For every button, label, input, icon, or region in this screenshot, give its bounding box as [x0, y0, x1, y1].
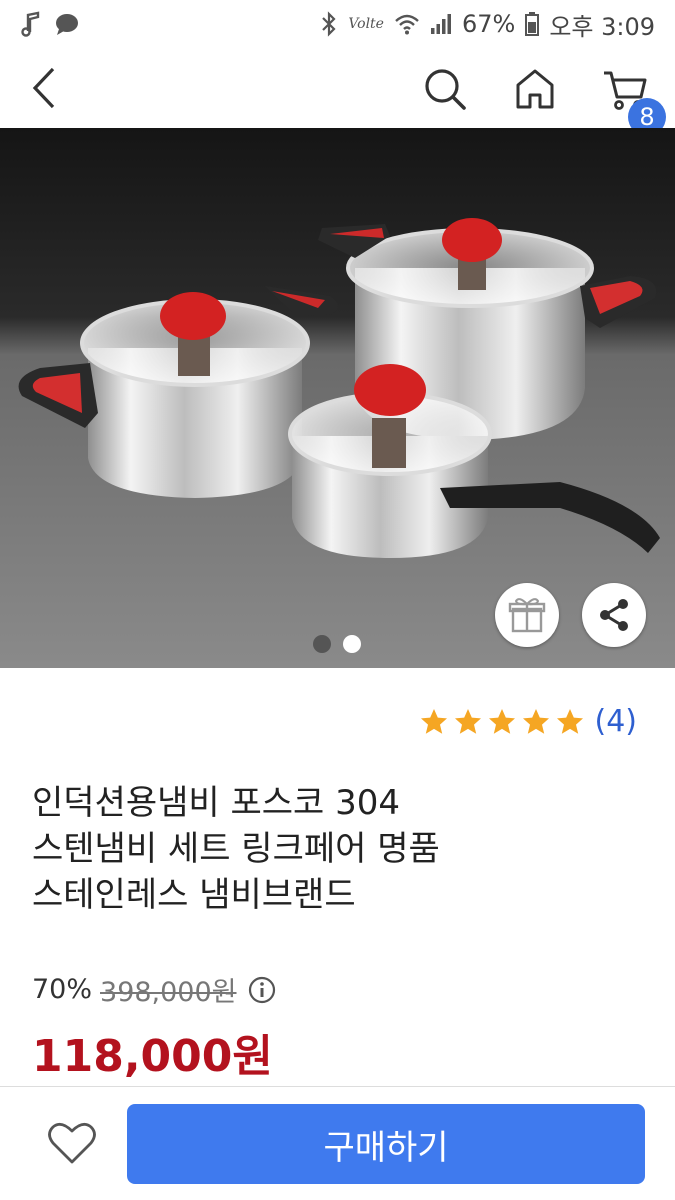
star-icon — [488, 708, 515, 734]
status-left — [20, 11, 80, 37]
clock: 오후 3:09 — [549, 12, 655, 41]
wifi-icon — [394, 13, 420, 35]
price-row: 70% 398,000원 — [32, 970, 277, 1009]
wishlist-button[interactable] — [46, 1117, 98, 1169]
back-icon — [32, 67, 55, 109]
rating-stars — [419, 707, 585, 737]
battery-icon — [525, 12, 540, 36]
star-icon — [556, 708, 583, 734]
product-title-line: 인덕션용냄비 포스코 304 — [32, 783, 401, 823]
review-count[interactable]: (4) — [595, 704, 638, 739]
product-title-line: 스텐냄비 세트 링크페어 명품 — [32, 829, 440, 869]
chat-bubble-icon — [54, 12, 80, 36]
search-icon — [425, 69, 466, 110]
home-button[interactable] — [510, 64, 560, 114]
gift-button[interactable] — [495, 583, 559, 647]
product-title: 인덕션용냄비 포스코 304 스텐냄비 세트 링크페어 명품 스테인레스 냄비브… — [32, 780, 632, 918]
discount-rate: 70% — [32, 974, 93, 1005]
product-image-carousel[interactable] — [0, 128, 675, 668]
buy-button[interactable]: 구매하기 — [127, 1104, 645, 1184]
status-right: Volte 67% 오후 3:09 — [320, 7, 655, 42]
star-icon — [454, 708, 481, 734]
carousel-dot[interactable] — [343, 635, 361, 653]
top-app-bar: 8 — [0, 48, 675, 136]
share-button[interactable] — [582, 583, 646, 647]
star-icon — [420, 708, 447, 734]
back-button[interactable] — [22, 66, 66, 110]
sale-price: 118,000원 — [32, 1031, 273, 1082]
status-bar: Volte 67% 오후 3:09 — [0, 0, 675, 48]
battery-percent: 67% — [461, 10, 516, 38]
music-note-icon — [20, 11, 42, 37]
star-icon — [522, 708, 549, 734]
product-title-line: 스테인레스 냄비브랜드 — [32, 875, 356, 915]
gift-icon — [508, 598, 546, 633]
share-icon — [600, 599, 628, 631]
original-price: 398,000원 — [100, 977, 237, 1008]
carousel-dot[interactable] — [313, 635, 331, 653]
volte-icon: Volte — [348, 16, 384, 32]
bottom-action-bar: 구매하기 — [0, 1086, 675, 1200]
heart-icon — [48, 1122, 96, 1164]
search-button[interactable] — [420, 64, 470, 114]
bluetooth-icon — [320, 11, 338, 37]
product-photo — [0, 128, 675, 668]
info-icon[interactable] — [247, 975, 277, 1005]
signal-icon — [430, 13, 452, 35]
rating[interactable]: (4) — [419, 704, 638, 739]
home-icon — [516, 69, 554, 109]
carousel-dots — [313, 635, 361, 653]
